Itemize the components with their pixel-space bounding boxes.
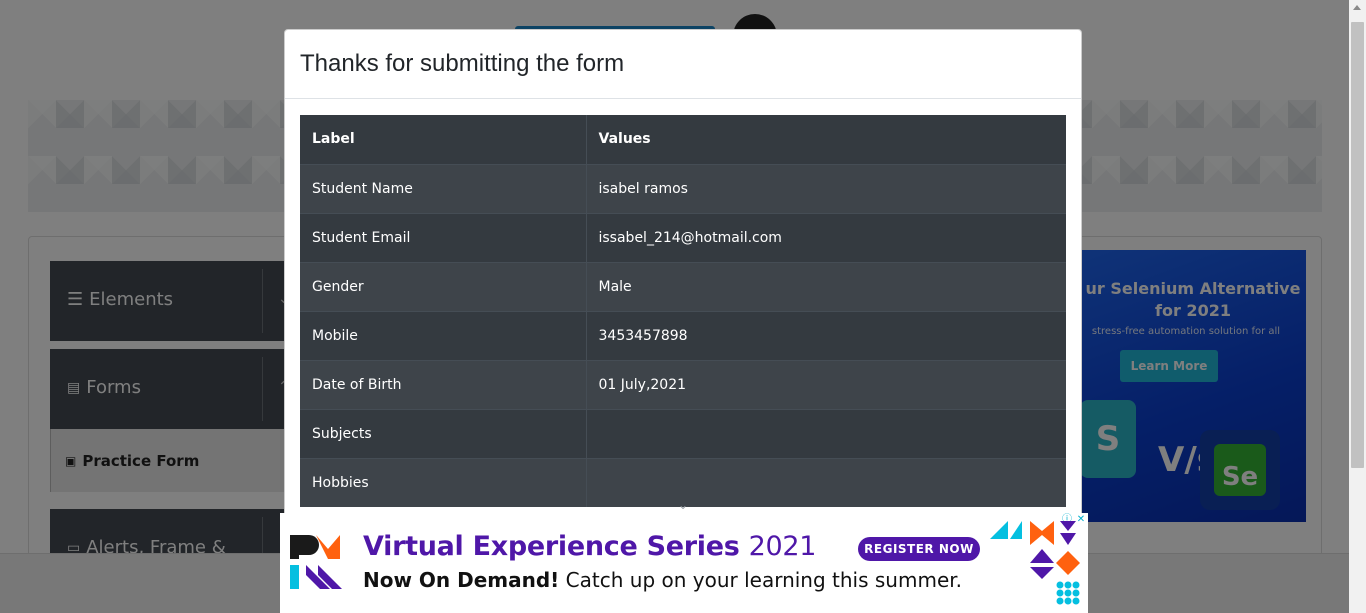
modal-body: Label Values Student Name isabel ramos St… xyxy=(285,99,1081,507)
table-row: Mobile 3453457898 xyxy=(300,310,1066,360)
row-label: Gender xyxy=(300,261,587,311)
header-values: Values xyxy=(586,115,1066,164)
row-label: Student Email xyxy=(300,212,587,262)
chevron-down-icon: ⌄ xyxy=(678,498,689,512)
row-label: Hobbies xyxy=(300,457,587,507)
table-row: Student Name isabel ramos xyxy=(300,163,1066,213)
row-value: isabel ramos xyxy=(586,163,1066,213)
row-value: issabel_214@hotmail.com xyxy=(586,212,1066,262)
table-header-row: Label Values xyxy=(300,115,1066,164)
scrollbar-thumb[interactable] xyxy=(1351,22,1364,468)
modal-title: Thanks for submitting the form xyxy=(300,50,625,77)
bottom-ad-banner[interactable]: ⓘ ✕ Virtual Experience Series 2021 REGIS… xyxy=(280,513,1088,613)
row-value xyxy=(586,408,1066,458)
row-label: Subjects xyxy=(300,408,587,458)
row-label: Mobile xyxy=(300,310,587,360)
row-label: Date of Birth xyxy=(300,359,587,409)
row-value: 01 July,2021 xyxy=(586,359,1066,409)
row-value: 3453457898 xyxy=(586,310,1066,360)
table-row: Subjects xyxy=(300,408,1066,458)
modal-header: Thanks for submitting the form xyxy=(285,30,1081,99)
header-label: Label xyxy=(300,115,587,164)
scroll-up-icon[interactable] xyxy=(1353,5,1361,10)
table-row: Gender Male xyxy=(300,261,1066,311)
submission-table: Label Values Student Name isabel ramos St… xyxy=(300,115,1066,507)
decorative-shapes xyxy=(990,521,1080,605)
pmi-logo xyxy=(290,535,342,589)
table-row: Student Email issabel_214@hotmail.com xyxy=(300,212,1066,262)
page-scrollbar[interactable] xyxy=(1349,0,1366,613)
row-value xyxy=(586,457,1066,507)
register-now-button[interactable]: REGISTER NOW xyxy=(858,537,980,561)
row-value: Male xyxy=(586,261,1066,311)
row-label: Student Name xyxy=(300,163,587,213)
table-row: Date of Birth 01 July,2021 xyxy=(300,359,1066,409)
